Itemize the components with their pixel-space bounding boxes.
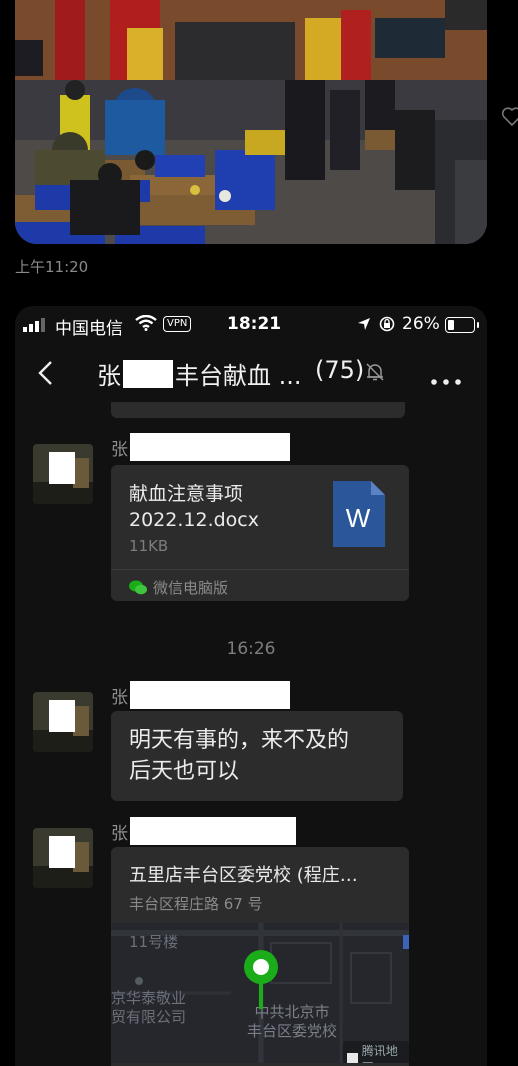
map-provider-label: 腾讯地图 bbox=[361, 1044, 398, 1063]
map-preview[interactable]: 11号楼 京华泰敬业 贸有限公司 中共北京市 丰台区委党校 腾讯地图 bbox=[111, 923, 409, 1063]
avatar[interactable] bbox=[33, 828, 93, 888]
carrier-name: 中国电信 bbox=[55, 319, 123, 339]
battery-percent: 26% bbox=[402, 314, 440, 334]
redaction-box bbox=[130, 433, 290, 461]
file-name-line1: 献血注意事项 bbox=[129, 483, 244, 505]
status-time: 18:21 bbox=[227, 314, 282, 334]
sender-name: 张 bbox=[111, 681, 290, 709]
file-name-line2: 2022.12.docx bbox=[129, 509, 259, 531]
map-label-line: 贸有限公司 bbox=[111, 1008, 187, 1026]
map-label: 11号楼 bbox=[129, 933, 179, 951]
sender-name: 张 bbox=[111, 817, 296, 845]
wifi-icon bbox=[135, 314, 157, 336]
word-icon-letter: W bbox=[346, 503, 371, 533]
text-message-line1: 明天有事的，来不及的 bbox=[129, 728, 350, 753]
location-message[interactable]: 五里店丰台区委党校 (程庄… 丰台区程庄路 67 号 11号楼 京华泰敬业 贸有… bbox=[111, 847, 409, 1066]
vpn-badge: VPN bbox=[163, 316, 192, 332]
text-message[interactable]: 明天有事的，来不及的 后天也可以 bbox=[111, 711, 403, 801]
rotation-lock-icon bbox=[379, 316, 395, 337]
map-label-line: 京华泰敬业 bbox=[111, 989, 187, 1007]
source-label: 微信电脑版 bbox=[153, 579, 229, 597]
text-message-line2: 后天也可以 bbox=[129, 759, 240, 784]
chat-title-suffix: 丰台献血 ... bbox=[175, 362, 302, 390]
sender-name: 张 bbox=[111, 433, 290, 461]
message-source: 微信电脑版 bbox=[129, 577, 228, 598]
wechat-icon bbox=[129, 580, 147, 595]
redaction-box bbox=[123, 359, 173, 388]
battery-icon bbox=[445, 317, 479, 333]
signal-icon bbox=[23, 317, 49, 337]
back-icon[interactable] bbox=[37, 360, 53, 390]
map-provider-badge: 腾讯地图 bbox=[343, 1041, 409, 1063]
location-address: 丰台区程庄路 67 号 bbox=[129, 895, 263, 913]
redaction-box bbox=[130, 681, 290, 709]
avatar[interactable] bbox=[33, 444, 93, 504]
word-document-icon: W bbox=[333, 481, 385, 547]
embedded-screenshot[interactable]: 中国电信 VPN 18:21 26% 张 丰台献血 ... (75) 张 献血注… bbox=[15, 306, 487, 1066]
shared-photo[interactable] bbox=[15, 0, 487, 244]
map-label: 京华泰敬业 贸有限公司 bbox=[111, 989, 186, 1027]
avatar[interactable] bbox=[33, 692, 93, 752]
file-size: 11KB bbox=[129, 537, 169, 555]
location-title: 五里店丰台区委党校 (程庄… bbox=[129, 865, 358, 886]
chat-title: 张 丰台献血 ... bbox=[97, 356, 302, 391]
chat-header: 张 丰台献血 ... (75) bbox=[15, 344, 487, 402]
divider bbox=[111, 569, 409, 570]
chat-title-prefix: 张 bbox=[97, 362, 121, 390]
like-icon[interactable] bbox=[500, 104, 518, 128]
time-separator: 16:26 bbox=[226, 639, 276, 659]
redaction-box bbox=[130, 817, 296, 845]
mute-bell-icon bbox=[365, 362, 385, 386]
sender-initial: 张 bbox=[111, 439, 128, 460]
location-arrow-icon bbox=[357, 316, 371, 336]
previous-message-bubble[interactable] bbox=[111, 402, 405, 418]
message-timestamp: 上午11:20 bbox=[15, 258, 89, 276]
sender-initial: 张 bbox=[111, 687, 128, 708]
sender-initial: 张 bbox=[111, 823, 128, 844]
map-pin-icon bbox=[244, 950, 278, 1009]
message-list[interactable]: 张 献血注意事项 2022.12.docx 11KB W 微信电脑版 16:26… bbox=[15, 402, 487, 1066]
member-count: (75) bbox=[315, 356, 365, 384]
map-label-line: 丰台区委党校 bbox=[247, 1022, 338, 1040]
file-message[interactable]: 献血注意事项 2022.12.docx 11KB W 微信电脑版 bbox=[111, 465, 409, 601]
status-bar: 中国电信 VPN 18:21 26% bbox=[15, 306, 487, 344]
more-options-icon[interactable] bbox=[431, 370, 461, 389]
file-name: 献血注意事项 2022.12.docx bbox=[129, 481, 259, 533]
